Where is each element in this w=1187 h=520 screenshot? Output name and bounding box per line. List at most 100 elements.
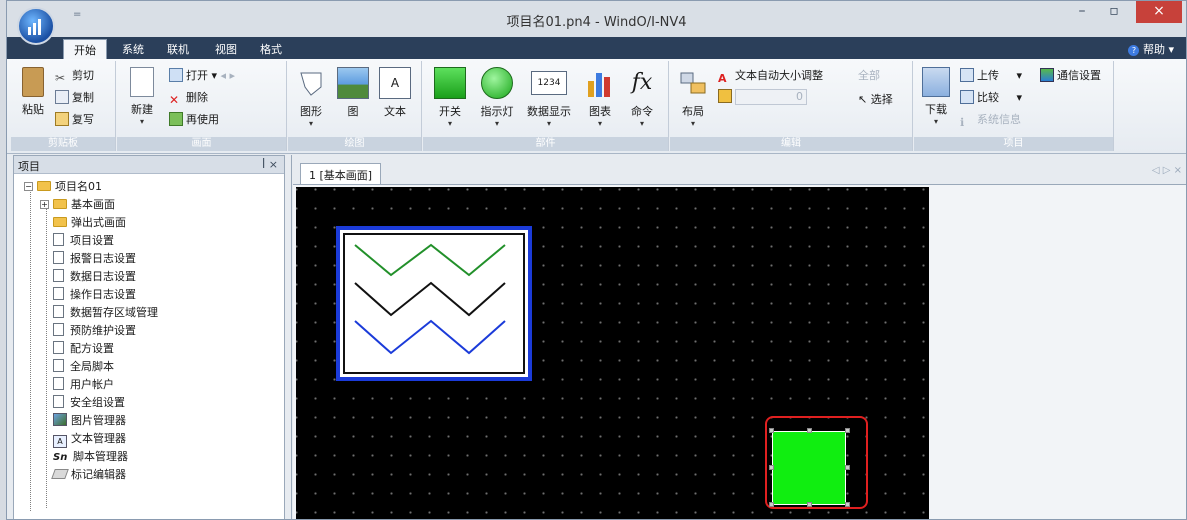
duplicate-button[interactable]: 复写 — [55, 111, 94, 127]
tree-node-data-log[interactable]: 数据日志设置 — [53, 268, 136, 286]
resize-handle[interactable] — [845, 465, 850, 470]
tree-node-text-manager[interactable]: A 文本管理器 — [53, 430, 126, 448]
green-waveform — [354, 243, 506, 277]
paste-button[interactable]: 粘贴 — [17, 67, 49, 117]
tab-home[interactable]: 开始 — [63, 39, 107, 59]
tab-view[interactable]: 视图 — [215, 41, 237, 57]
project-panel: 项目 ꟾ × − 项目名01 + 基本画面 弹出式画面 项目设置 报警日志设置 数据… — [13, 155, 285, 519]
layout-button[interactable]: 布局 ▾ — [676, 67, 710, 128]
resize-handle[interactable] — [807, 428, 812, 433]
app-menu-button[interactable] — [17, 7, 55, 45]
open-screen-button[interactable]: 打开 ▾ ◂ ▸ — [169, 67, 235, 83]
tree-node-global-script[interactable]: 全局脚本 — [53, 358, 114, 376]
reuse-screen-button[interactable]: 再使用 — [169, 111, 219, 127]
group-project-title: 项目 — [914, 137, 1113, 151]
text-button[interactable]: A 文本 — [378, 67, 412, 119]
resize-handle[interactable] — [845, 428, 850, 433]
new-page-icon — [130, 67, 154, 97]
tab-online[interactable]: 联机 — [167, 41, 189, 57]
collapse-icon[interactable]: − — [24, 182, 33, 191]
nav-arrows-icon: ◂ ▸ — [220, 69, 236, 82]
switch-button[interactable]: 开关 ▾ — [433, 67, 467, 128]
cut-button[interactable]: ✂ 剪切 — [55, 67, 94, 85]
resize-handle[interactable] — [807, 502, 812, 507]
clipboard-icon — [22, 67, 44, 97]
tree-node-maintenance[interactable]: 预防维护设置 — [53, 322, 136, 340]
pilot-lamp-part[interactable] — [769, 428, 851, 507]
numeric-display-icon: 1234 — [531, 71, 567, 95]
select-all-button[interactable]: 全部 — [858, 67, 880, 83]
auto-text-size-label: 文本自动大小调整 — [735, 69, 823, 82]
minimize-button[interactable]: – — [1066, 1, 1098, 23]
tree-node-project-settings[interactable]: 项目设置 — [53, 232, 114, 250]
tree-label: 标记编辑器 — [71, 468, 126, 481]
tab-base-screen-1[interactable]: 1 [基本画面] — [300, 163, 382, 184]
tree-node-root[interactable]: − 项目名01 — [24, 178, 102, 196]
compare-label: 比较 — [977, 91, 999, 104]
download-button[interactable]: 下载 ▾ — [920, 67, 952, 126]
info-icon: ℹ — [960, 116, 965, 129]
dropdown-arrow-icon: ▾ — [494, 119, 499, 128]
resize-handle[interactable] — [769, 428, 774, 433]
hmi-screen-canvas[interactable] — [296, 187, 929, 519]
select-button[interactable]: ↖ 选择 — [858, 91, 893, 107]
delete-label: 删除 — [186, 91, 208, 104]
tab-format[interactable]: 格式 — [260, 41, 282, 57]
chart-button[interactable]: 图表 ▾ — [583, 67, 617, 128]
tree-node-recipe[interactable]: 配方设置 — [53, 340, 114, 358]
tree-node-tag-editor[interactable]: 标记编辑器 — [51, 466, 126, 484]
group-drawing-title: 绘图 — [288, 137, 421, 151]
delete-screen-button[interactable]: ✕ 删除 — [169, 89, 208, 107]
command-label: 命令 — [631, 105, 653, 118]
shape-button[interactable]: 图形 ▾ — [294, 67, 328, 128]
tree-label: 报警日志设置 — [70, 252, 136, 265]
new-screen-button[interactable]: 新建 ▾ — [125, 67, 159, 126]
picture-button[interactable]: 图 — [336, 67, 370, 119]
system-info-button[interactable]: ℹ 系统信息 — [960, 111, 1021, 130]
copy-label: 复制 — [72, 91, 94, 104]
numeric-display-button[interactable]: 1234 数据显示 ▾ — [523, 67, 575, 128]
panel-controls[interactable]: ꟾ × — [262, 158, 278, 171]
help-button[interactable]: ? 帮助 ▾ — [1128, 41, 1174, 57]
resize-handle[interactable] — [769, 465, 774, 470]
close-button[interactable]: × — [1136, 1, 1182, 23]
tree-node-operation-log[interactable]: 操作日志设置 — [53, 286, 136, 304]
group-parts-title: 部件 — [423, 137, 668, 151]
group-project: 下载 ▾ 上传 ▾ 比较 ▾ ℹ 系统信息 通信设置 项目 — [914, 61, 1114, 151]
pilot-lamp-button[interactable]: 指示灯 ▾ — [477, 67, 517, 128]
group-clipboard: 粘贴 ✂ 剪切 复制 复写 剪贴板 — [11, 61, 116, 151]
waveform-chart-part[interactable] — [336, 226, 532, 381]
tree-node-alarm-log[interactable]: 报警日志设置 — [53, 250, 136, 268]
document-tab-controls[interactable]: ◁ ▷ × — [1152, 165, 1182, 176]
upload-button[interactable]: 上传 ▾ — [960, 67, 1022, 83]
tab-system[interactable]: 系统 — [122, 41, 144, 57]
maximize-button[interactable]: ▫ — [1098, 1, 1130, 23]
expand-icon[interactable]: + — [40, 200, 49, 209]
picture-icon — [337, 67, 369, 99]
resize-handle[interactable] — [845, 502, 850, 507]
size-stepper[interactable]: 0 — [718, 89, 807, 105]
tree-label: 数据暂存区域管理 — [70, 306, 158, 319]
tree-node-script-manager[interactable]: Sn 脚本管理器 — [53, 448, 128, 466]
command-button[interactable]: fx 命令 ▾ — [625, 67, 659, 128]
comm-settings-button[interactable]: 通信设置 — [1040, 67, 1101, 83]
tree-label: 数据日志设置 — [70, 270, 136, 283]
group-clipboard-title: 剪贴板 — [11, 137, 115, 151]
tree-node-popup-screens[interactable]: 弹出式画面 — [53, 214, 126, 232]
delete-icon: ✕ — [169, 93, 180, 107]
help-icon: ? — [1128, 45, 1140, 56]
auto-text-size-button[interactable]: A 文本自动大小调整 — [718, 67, 823, 86]
tree-node-data-storage[interactable]: 数据暂存区域管理 — [53, 304, 158, 322]
shape-label: 图形 — [300, 105, 322, 118]
tree-node-base-screens[interactable]: + 基本画面 — [40, 196, 115, 214]
tree-node-image-manager[interactable]: 图片管理器 — [53, 412, 126, 430]
switch-label: 开关 — [439, 105, 461, 118]
compare-button[interactable]: 比较 ▾ — [960, 89, 1022, 105]
title-bar: = 项目名01.pn4 - WindO/I-NV4 – ▫ × — [7, 1, 1186, 45]
copy-button[interactable]: 复制 — [55, 89, 94, 105]
size-stepper-field[interactable]: 0 — [735, 89, 807, 105]
tree-node-security-groups[interactable]: 安全组设置 — [53, 394, 125, 412]
resize-handle[interactable] — [769, 502, 774, 507]
tree-node-user-accounts[interactable]: 用户帐户 — [53, 376, 114, 394]
tree-line — [46, 204, 47, 508]
